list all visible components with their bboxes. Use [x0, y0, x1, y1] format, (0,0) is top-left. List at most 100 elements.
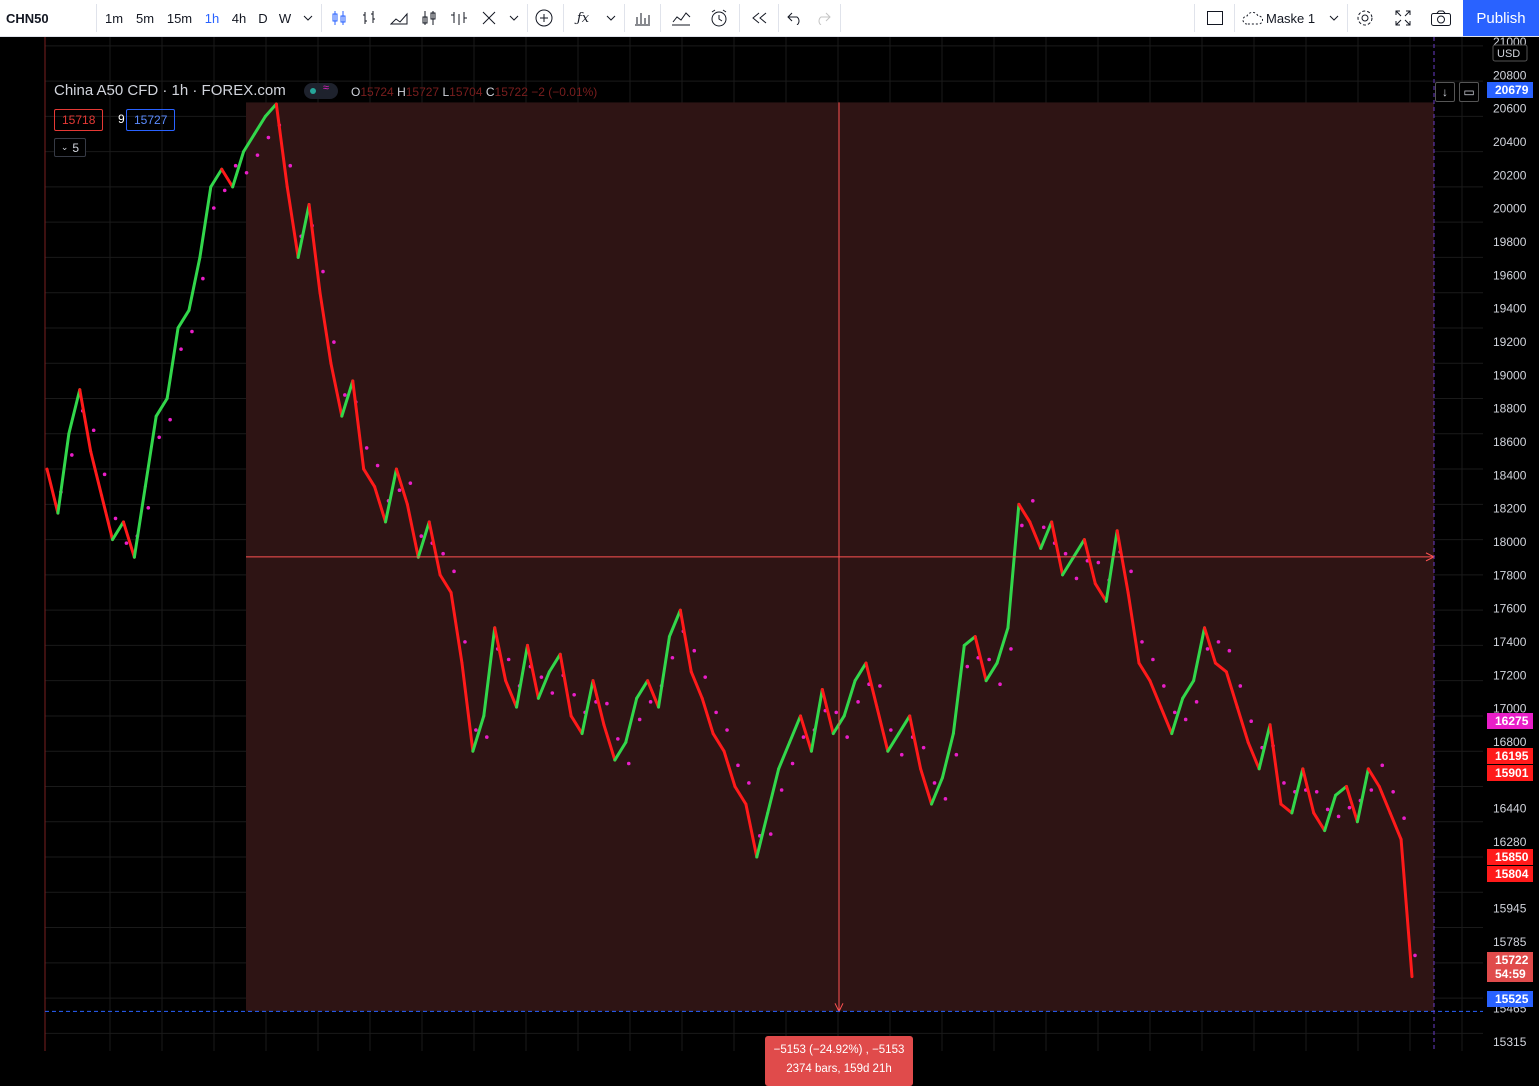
indicators-collapse-button[interactable]: ⌄ 5	[54, 138, 86, 157]
sell-price-button[interactable]: 15718	[54, 109, 104, 131]
interval-1m-button[interactable]: 1m	[100, 0, 128, 36]
sar-dot	[878, 684, 882, 688]
interval-d-button[interactable]: D	[254, 0, 272, 36]
sar-dot	[332, 340, 336, 344]
baseline-icon[interactable]	[446, 0, 472, 36]
open-label: O	[351, 85, 361, 99]
price-tick-label: 17200	[1493, 668, 1527, 682]
sar-dot	[1183, 717, 1188, 722]
sar-dot	[1205, 647, 1210, 651]
price-label-text: 54:59	[1495, 967, 1526, 981]
price-tick-label: 16280	[1493, 835, 1527, 849]
symbol-legend[interactable]: China A50 CFD · 1h · FOREX.com ≈	[54, 82, 338, 100]
buy-price-button[interactable]: 15727	[126, 109, 176, 131]
sar-dot	[703, 675, 707, 679]
layout-name-label[interactable]: Maske 1	[1266, 0, 1322, 36]
sar-dot	[201, 276, 205, 281]
legend-status-pill[interactable]: ≈	[303, 82, 338, 100]
price-tick-label: 16440	[1493, 802, 1527, 816]
price-tick-label: 20200	[1493, 168, 1527, 182]
change-value: −2 (−0.01%)	[531, 85, 598, 99]
symbol-search-button[interactable]: CHN50	[0, 0, 94, 36]
scroll-down-icon[interactable]: ↓	[1435, 82, 1455, 102]
sar-dot	[244, 170, 249, 175]
sar-dot	[1402, 816, 1406, 821]
sar-dot	[102, 472, 107, 477]
sar-dot	[965, 664, 970, 669]
price-tick-label: 20400	[1493, 135, 1527, 149]
gear-icon[interactable]	[1351, 0, 1379, 36]
indicators-icon[interactable]: ƒx	[569, 0, 597, 36]
chevron-down-icon[interactable]	[298, 0, 318, 36]
bars-icon[interactable]	[356, 0, 382, 36]
sar-dot	[626, 761, 631, 766]
sar-dot	[801, 735, 806, 739]
chevron-down-icon[interactable]	[504, 0, 524, 36]
sar-dot	[998, 682, 1002, 686]
chart-pane[interactable]: 21000 20800 20600 20400 20200 20000 19800 19600…	[0, 37, 1539, 1086]
price-label-text: 15850	[1495, 850, 1529, 864]
toolbar-separator	[778, 4, 779, 32]
alert-icon[interactable]	[705, 0, 733, 36]
sar-dot	[343, 393, 347, 397]
strategy-icon[interactable]	[667, 0, 695, 36]
low-value: 15704	[449, 85, 483, 99]
sar-dot	[157, 435, 161, 440]
sar-dot	[692, 648, 697, 653]
replay-icon[interactable]	[745, 0, 773, 36]
sar-dot	[1041, 525, 1046, 530]
undo-icon[interactable]	[783, 0, 807, 36]
legend-title: China A50 CFD · 1h · FOREX.com	[54, 82, 286, 99]
sar-dot	[725, 728, 729, 732]
price-label-text: 15804	[1495, 867, 1529, 881]
market-open-dot-icon	[309, 88, 316, 95]
hollow-candles-icon[interactable]	[416, 0, 442, 36]
price-tick-label: 17800	[1493, 568, 1527, 582]
add-compare-icon[interactable]	[531, 0, 557, 36]
sar-dot	[736, 763, 740, 768]
redo-icon[interactable]	[811, 0, 835, 36]
sar-dot	[637, 717, 642, 722]
fullscreen-icon[interactable]	[1389, 0, 1417, 36]
sar-dot	[943, 797, 948, 801]
interval-w-button[interactable]: W	[275, 0, 295, 36]
sar-dot	[932, 781, 937, 785]
interval-4h-button[interactable]: 4h	[227, 0, 251, 36]
price-tick-label: 18800	[1493, 402, 1527, 416]
price-tick-label: 19400	[1493, 302, 1527, 316]
heikin-ashi-icon[interactable]	[476, 0, 502, 36]
price-tick-label: 20600	[1493, 102, 1527, 116]
interval-15m-button[interactable]: 15m	[162, 0, 197, 36]
sar-dot	[987, 657, 991, 662]
sar-dot	[1249, 719, 1253, 724]
layout-square-icon[interactable]	[1201, 0, 1229, 36]
camera-icon[interactable]	[1427, 0, 1455, 36]
cloud-icon[interactable]	[1240, 0, 1266, 36]
sar-dot	[222, 188, 227, 193]
sar-dot	[747, 781, 751, 785]
high-label: H	[397, 85, 406, 99]
price-label-text: 16275	[1495, 714, 1529, 728]
candles-icon[interactable]	[326, 0, 352, 36]
chevron-down-icon[interactable]	[1324, 0, 1344, 36]
sar-dot	[452, 569, 456, 574]
toolbar-separator	[1234, 4, 1235, 32]
sar-dot	[91, 428, 96, 433]
area-icon[interactable]	[386, 0, 412, 36]
sar-dot	[1020, 523, 1024, 528]
price-tick-label: 17400	[1493, 635, 1527, 649]
publish-button[interactable]: Publish	[1463, 0, 1539, 36]
collapse-count: 5	[72, 140, 80, 155]
interval-5m-button[interactable]: 5m	[131, 0, 159, 36]
sar-dot	[1194, 700, 1199, 704]
sar-dot	[1391, 789, 1395, 794]
sar-dot	[670, 655, 675, 660]
interval-1h-button[interactable]: 1h	[200, 0, 224, 36]
maximize-icon[interactable]: ▭	[1459, 82, 1479, 102]
sar-dot	[190, 329, 194, 334]
financials-icon[interactable]	[628, 0, 656, 36]
price-label-text: 20679	[1495, 83, 1529, 97]
chevron-down-icon[interactable]	[601, 0, 621, 36]
sar-dot	[1369, 788, 1374, 792]
sar-dot	[1282, 781, 1286, 785]
